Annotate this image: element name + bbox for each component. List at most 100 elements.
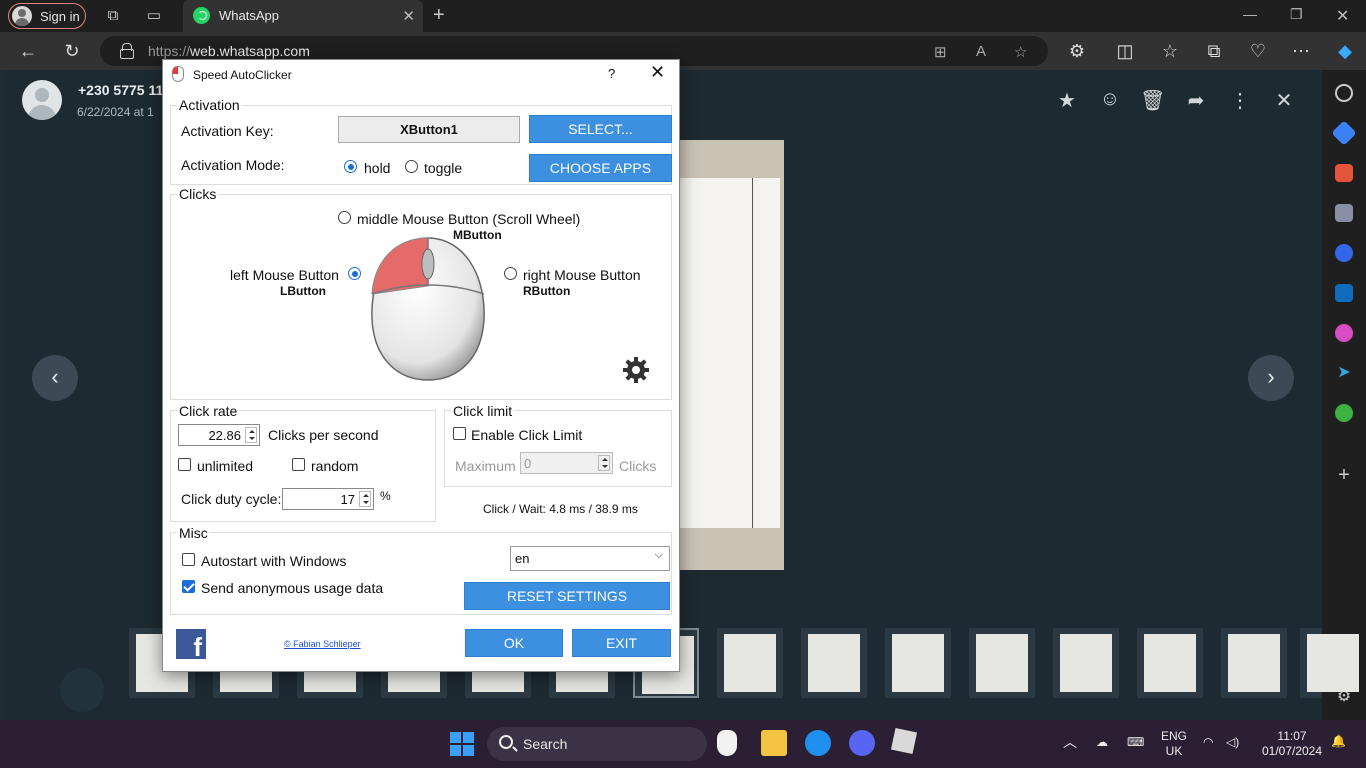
usage-data-checkbox[interactable] (182, 580, 195, 593)
minimize-icon[interactable]: — (1243, 6, 1257, 22)
roblox-icon[interactable] (890, 727, 918, 755)
author-link[interactable]: © Fabian Schlieper (284, 639, 361, 649)
tools-icon[interactable] (1335, 164, 1353, 182)
settings-gear-icon[interactable] (622, 356, 650, 384)
workspaces-icon[interactable]: ⧉ (104, 7, 122, 25)
thumbnail[interactable] (885, 628, 951, 698)
shopping-tag-icon[interactable] (1331, 120, 1357, 146)
clock[interactable]: 11:07 01/07/2024 (1254, 729, 1330, 759)
emoji-react-icon[interactable]: ☺ (1098, 88, 1122, 111)
new-tab-icon[interactable]: + (433, 4, 445, 27)
games-icon[interactable] (1335, 204, 1353, 222)
previous-arrow-icon[interactable]: ‹ (32, 355, 78, 401)
tree-icon[interactable] (1335, 404, 1353, 422)
app-available-icon[interactable]: ⊞ (934, 43, 947, 61)
close-window-icon[interactable]: ✕ (1336, 6, 1349, 26)
help-button[interactable]: ? (608, 66, 615, 81)
middle-button-label: middle Mouse Button (Scroll Wheel) (357, 211, 581, 227)
extensions-icon[interactable]: ⚙ (1066, 41, 1088, 62)
wifi-icon[interactable]: ◠ (1203, 735, 1213, 750)
duty-cycle-spinner[interactable] (359, 491, 371, 507)
tab-whatsapp[interactable]: WhatsApp ✕ (183, 0, 423, 32)
notification-bell-icon[interactable]: 🔔 (1331, 734, 1346, 749)
sign-in-button[interactable]: Sign in (8, 3, 86, 29)
random-checkbox[interactable] (292, 458, 305, 471)
lock-icon[interactable] (120, 43, 134, 59)
read-aloud-icon[interactable]: A (976, 43, 986, 60)
autostart-checkbox[interactable] (182, 553, 195, 566)
tab-actions-icon[interactable]: ▭ (145, 7, 163, 25)
outlook-icon[interactable] (1335, 284, 1353, 302)
whatsapp-fab-icon[interactable] (60, 668, 104, 712)
maximum-input[interactable]: 0 (520, 452, 613, 474)
refresh-icon[interactable]: ↻ (61, 41, 83, 62)
click-rate-input[interactable]: 22.86 (178, 424, 260, 446)
onedrive-icon[interactable]: ☁ (1096, 735, 1108, 750)
show-hidden-icons[interactable]: ︿ (1063, 735, 1077, 750)
duty-cycle-input[interactable]: 17 (282, 488, 374, 510)
windows-start-icon[interactable] (450, 732, 474, 756)
mode-toggle-radio[interactable] (405, 160, 418, 173)
more-menu-icon[interactable]: ⋯ (1290, 41, 1312, 62)
close-dialog-button[interactable]: ✕ (650, 62, 665, 83)
next-arrow-icon[interactable]: › (1248, 355, 1294, 401)
forward-icon[interactable]: ➦ (1184, 88, 1208, 113)
close-tab-icon[interactable]: ✕ (402, 7, 415, 25)
add-sidebar-icon[interactable]: + (1335, 465, 1353, 485)
contact-avatar[interactable] (22, 80, 62, 120)
taskbar-search[interactable]: Search (487, 727, 707, 761)
edge-icon[interactable] (805, 730, 831, 756)
sidebar-search-icon[interactable] (1335, 84, 1353, 102)
keyboard-icon[interactable]: ⌨ (1127, 735, 1144, 750)
enable-limit-checkbox[interactable] (453, 427, 466, 440)
thumbnail[interactable] (1300, 628, 1359, 698)
star-icon[interactable]: ★ (1055, 88, 1079, 113)
language-select[interactable]: en ⌵ (510, 546, 670, 571)
facebook-icon[interactable]: f (176, 629, 206, 662)
choose-apps-button[interactable]: CHOOSE APPS (529, 154, 672, 182)
delete-icon[interactable]: 🗑 (1140, 88, 1165, 113)
restore-icon[interactable]: ❐ (1290, 6, 1303, 23)
exit-button[interactable]: EXIT (572, 629, 671, 657)
discord-icon[interactable] (849, 730, 875, 756)
thumbnail[interactable] (1053, 628, 1119, 698)
url-prefix: https:// (148, 43, 191, 59)
left-button-radio[interactable] (348, 267, 361, 280)
select-key-button[interactable]: SELECT... (529, 115, 672, 143)
language-code: ENG (1160, 729, 1187, 743)
left-button-code: LButton (280, 284, 326, 298)
volume-icon[interactable]: ◁) (1226, 735, 1239, 750)
thumbnail[interactable] (1137, 628, 1203, 698)
autoclicker-taskbar-icon[interactable] (717, 730, 737, 756)
mode-hold-radio[interactable] (344, 160, 357, 173)
designer-icon[interactable] (1335, 324, 1353, 342)
click-rate-unit: Clicks per second (268, 427, 379, 443)
split-screen-icon[interactable]: ◫ (1114, 41, 1136, 62)
thumbnail[interactable] (801, 628, 867, 698)
activation-group-title: Activation (177, 97, 242, 113)
message-date: 6/22/2024 at 1 (77, 105, 154, 119)
middle-button-radio[interactable] (338, 211, 351, 224)
thumbnail[interactable] (969, 628, 1035, 698)
collections-icon[interactable]: ⧉ (1203, 41, 1225, 62)
click-rate-spinner[interactable] (245, 427, 257, 443)
maximum-spinner[interactable] (598, 455, 610, 471)
right-button-radio[interactable] (504, 267, 517, 280)
favorite-star-icon[interactable]: ☆ (1014, 43, 1027, 61)
file-explorer-icon[interactable] (761, 730, 787, 756)
back-icon[interactable]: ← (17, 41, 39, 62)
unlimited-checkbox[interactable] (178, 458, 191, 471)
reset-settings-button[interactable]: RESET SETTINGS (464, 582, 670, 610)
date: 01/07/2024 (1261, 744, 1323, 758)
language-indicator[interactable]: ENG UK (1152, 729, 1196, 759)
close-viewer-icon[interactable]: ✕ (1272, 88, 1296, 113)
telegram-icon[interactable]: ➤ (1335, 364, 1353, 382)
thumbnail[interactable] (717, 628, 783, 698)
favorites-icon[interactable]: ☆ (1159, 41, 1181, 62)
thumbnail[interactable] (1221, 628, 1287, 698)
ok-button[interactable]: OK (465, 629, 563, 657)
performance-icon[interactable]: ♡ (1247, 41, 1269, 62)
copilot-sidebar-icon[interactable] (1335, 244, 1353, 262)
more-options-icon[interactable]: ⋮ (1228, 88, 1252, 113)
copilot-icon[interactable]: ◆ (1334, 41, 1356, 62)
